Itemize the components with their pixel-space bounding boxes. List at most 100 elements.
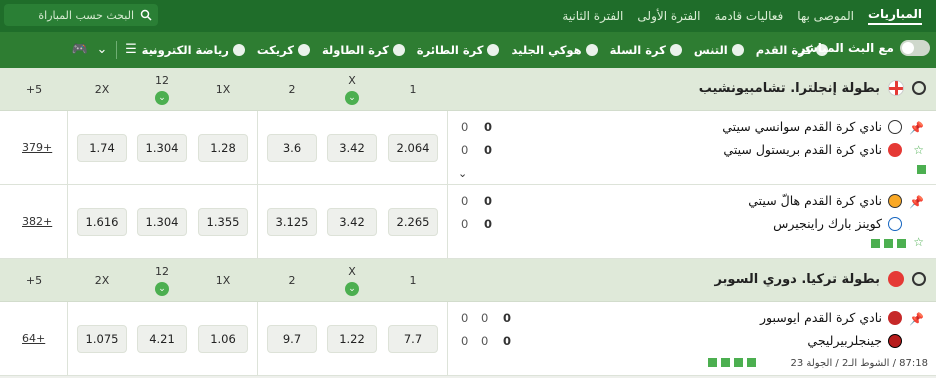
sport-volleyball[interactable]: كرة الطائرة xyxy=(417,43,500,57)
divider xyxy=(447,111,448,184)
pin-icon[interactable]: 📌 xyxy=(909,312,924,326)
market-header-x[interactable]: X ⌄ xyxy=(322,259,382,302)
favorite-star-icon[interactable]: ☆ xyxy=(913,235,924,249)
chevron-down-icon[interactable]: ⌄ xyxy=(94,42,110,58)
search-box[interactable] xyxy=(0,4,158,26)
tab-second-half[interactable]: الفترة الثانية xyxy=(562,9,623,23)
more-markets-count[interactable]: 5+ xyxy=(4,68,64,111)
more-markets-link[interactable]: +382 xyxy=(22,215,52,228)
odd-2x[interactable]: 1.74 xyxy=(77,134,127,162)
stats-icon[interactable] xyxy=(747,358,756,367)
events-table: بطولة إنجلترا. تشامبيونشيب 1 X ⌄ 2 1X 12 ⌄… xyxy=(0,68,936,376)
more-markets-link[interactable]: +379 xyxy=(22,141,52,154)
tennis-ball-icon xyxy=(731,44,744,56)
tab-first-half[interactable]: الفترة الأولى xyxy=(637,9,700,23)
gamepad-icon xyxy=(232,44,245,56)
sport-cricket[interactable]: كريكت xyxy=(257,43,310,57)
chevron-down-icon[interactable]: ⌄ xyxy=(345,91,359,105)
stats-icons[interactable] xyxy=(871,239,906,248)
odd-x[interactable]: 1.22 xyxy=(327,325,377,353)
league-name: بطولة إنجلترا. تشامبيونشيب xyxy=(698,80,880,96)
market-header-2x: 2X xyxy=(94,83,110,96)
soccer-ball-icon xyxy=(816,44,828,56)
gamepad-filter-icon[interactable]: 🎮 xyxy=(72,42,88,58)
away-team-name: نادي كرة القدم بريستول سيتي xyxy=(723,142,882,157)
soccer-ball-icon xyxy=(912,81,926,95)
league-title[interactable]: بطولة إنجلترا. تشامبيونشيب xyxy=(699,80,926,96)
field-icon[interactable] xyxy=(871,239,880,248)
odd-1[interactable]: 2.064 xyxy=(388,134,438,162)
search-input[interactable] xyxy=(0,8,134,22)
odd-2[interactable]: 3.6 xyxy=(267,134,317,162)
match-status-info: 87:18 / الشوط الـ2 / الجولة 23 xyxy=(790,358,928,369)
odd-x[interactable]: 3.42 xyxy=(327,134,377,162)
market-header-12[interactable]: 12 ⌄ xyxy=(132,259,192,302)
market-header-2: 2 xyxy=(288,274,296,287)
chart-icon[interactable] xyxy=(734,358,743,367)
odd-12[interactable]: 1.304 xyxy=(137,208,187,236)
away-period-score: 0 xyxy=(461,217,469,231)
more-markets-count[interactable]: 5+ xyxy=(4,259,64,302)
odd-1x[interactable]: 1.06 xyxy=(198,325,248,353)
odd-x[interactable]: 3.42 xyxy=(327,208,377,236)
odd-2[interactable]: 3.125 xyxy=(267,208,317,236)
favorite-star-icon[interactable]: ☆ xyxy=(913,143,924,157)
odd-1x[interactable]: 1.355 xyxy=(198,208,248,236)
soccer-ball-icon xyxy=(912,272,926,286)
league-header[interactable]: بطولة تركيا. دوري السوبر 1 X ⌄ 2 1X 12 ⌄ 2… xyxy=(0,259,936,302)
sport-basketball[interactable]: كرة السلة xyxy=(610,43,682,57)
list-view-icon[interactable]: ☰ xyxy=(123,42,139,58)
page: المباريات الموصى بها فعاليات قادمة الفتر… xyxy=(0,0,936,378)
market-header-1x: 1X xyxy=(215,83,231,96)
chevron-down-icon[interactable]: ⌄ xyxy=(345,282,359,296)
team-crest-icon xyxy=(888,142,902,157)
odd-1[interactable]: 2.265 xyxy=(388,208,438,236)
tab-matches[interactable]: المباريات xyxy=(867,7,922,25)
home-period1-score: 0 xyxy=(481,311,489,325)
stats-icons[interactable] xyxy=(708,358,756,367)
match-row[interactable]: 📌 نادي كرة القدم ايوسبور جينجلربيرليجي 0… xyxy=(0,302,936,376)
chevron-down-icon[interactable]: ⌄ xyxy=(155,282,169,296)
sport-soccer[interactable]: كرة القدم xyxy=(756,43,828,57)
away-team: جينجلربيرليجي xyxy=(807,333,902,348)
home-period2-score: 0 xyxy=(461,311,469,325)
hockey-puck-icon xyxy=(585,44,598,56)
chevron-down-icon[interactable]: ⌄ xyxy=(155,91,169,105)
field-icon[interactable] xyxy=(721,358,730,367)
league-header[interactable]: بطولة إنجلترا. تشامبيونشيب 1 X ⌄ 2 1X 12 ⌄… xyxy=(0,68,936,111)
tab-upcoming[interactable]: فعاليات قادمة xyxy=(714,9,783,23)
odd-12[interactable]: 4.21 xyxy=(137,325,187,353)
chevron-down-icon[interactable]: ⌄ xyxy=(458,167,467,180)
stats-icon[interactable] xyxy=(917,165,926,174)
league-name: بطولة تركيا. دوري السوبر xyxy=(714,271,880,287)
pin-icon[interactable]: 📌 xyxy=(909,195,924,209)
tab-recommended[interactable]: الموصى بها xyxy=(797,9,854,23)
odd-1[interactable]: 7.7 xyxy=(388,325,438,353)
league-title[interactable]: بطولة تركيا. دوري السوبر xyxy=(714,271,926,287)
market-header-x[interactable]: X ⌄ xyxy=(322,68,382,111)
sport-tennis[interactable]: التنس xyxy=(694,43,744,57)
home-team-name: نادي كرة القدم ايوسبور xyxy=(759,310,882,325)
more-markets-link[interactable]: +64 xyxy=(22,332,45,345)
stats-icon[interactable] xyxy=(897,239,906,248)
sport-ice-hockey[interactable]: هوكي الجليد xyxy=(511,43,598,57)
sport-table-tennis[interactable]: كرة الطاولة xyxy=(322,43,405,57)
home-score: 0 xyxy=(484,120,493,134)
list-icon[interactable] xyxy=(708,358,717,367)
live-toggle[interactable] xyxy=(900,40,930,56)
home-team: نادي كرة القدم ايوسبور xyxy=(760,310,902,325)
odd-12[interactable]: 1.304 xyxy=(137,134,187,162)
home-score: 0 xyxy=(484,194,493,208)
home-team-name: نادي كرة القدم سوانسي سيتي xyxy=(722,119,882,134)
divider xyxy=(447,302,448,375)
pin-icon[interactable]: 📌 xyxy=(909,121,924,135)
match-row[interactable]: 📌 ☆ نادي كرة القدم سوانسي سيتي نادي كرة … xyxy=(0,111,936,185)
market-header-12[interactable]: 12 ⌄ xyxy=(132,68,192,111)
chevron-down-icon[interactable]: ⌄ xyxy=(145,42,161,58)
odd-2x[interactable]: 1.075 xyxy=(77,325,127,353)
match-row[interactable]: 📌 ☆ نادي كرة القدم هالّ سيتي كوينز بارك … xyxy=(0,185,936,259)
chart-icon[interactable] xyxy=(884,239,893,248)
odd-2x[interactable]: 1.616 xyxy=(77,208,127,236)
odd-2[interactable]: 9.7 xyxy=(267,325,317,353)
odd-1x[interactable]: 1.28 xyxy=(198,134,248,162)
